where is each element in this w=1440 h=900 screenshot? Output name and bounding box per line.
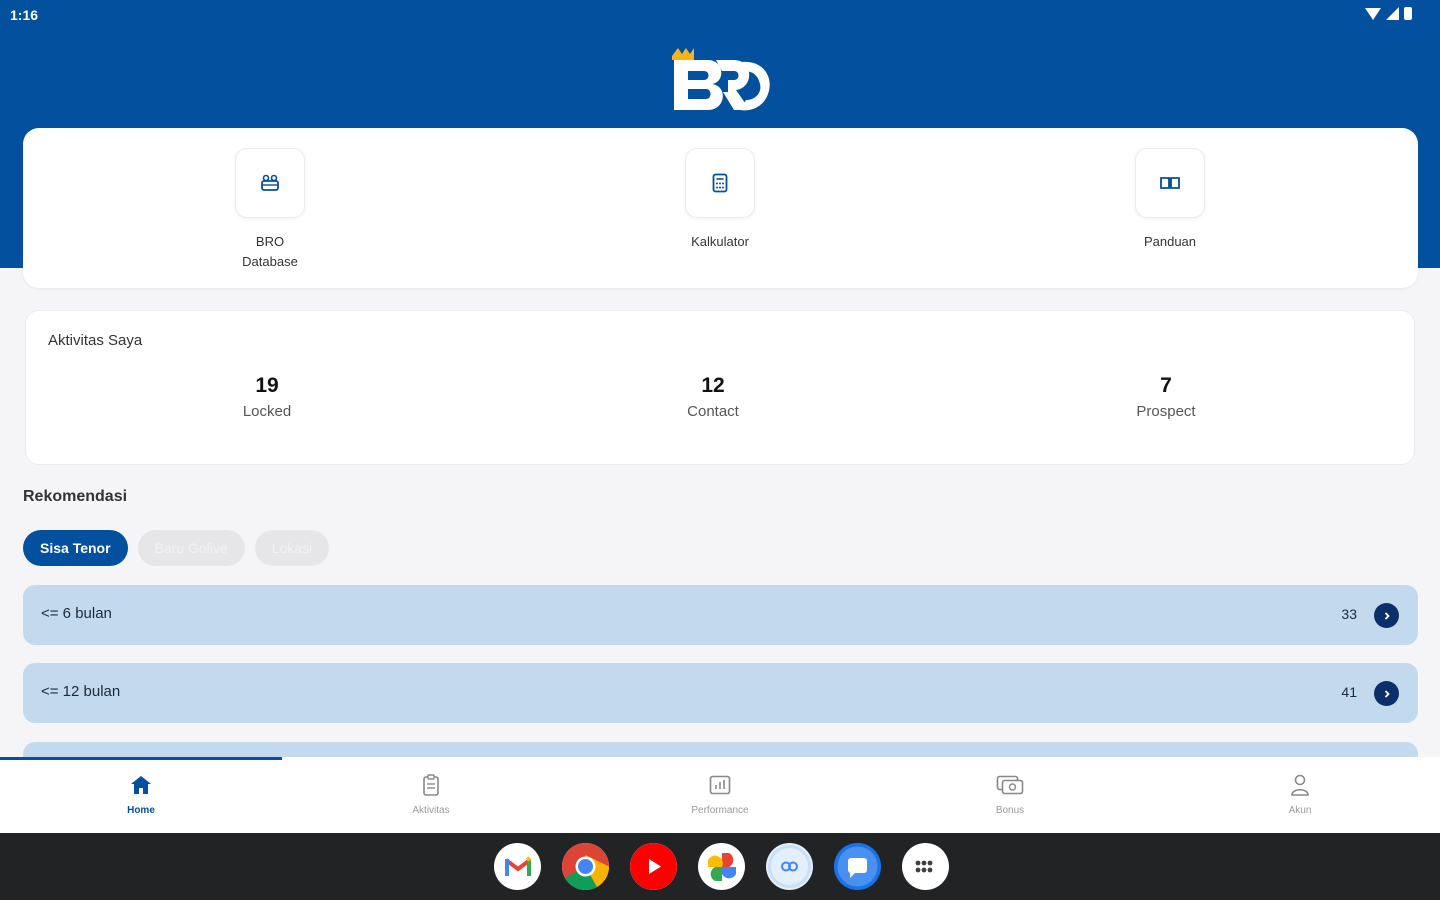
chevron-right-icon[interactable]: [1374, 681, 1399, 706]
recommendation-count: 41: [1341, 684, 1357, 700]
youtube-icon[interactable]: [630, 843, 677, 890]
quick-icon-box: [685, 148, 755, 218]
chrome-icon[interactable]: [562, 843, 609, 890]
recommendation-title: Rekomendasi: [23, 488, 128, 505]
system-taskbar: [0, 833, 1440, 900]
quick-item-label: Kalkulator: [691, 234, 749, 249]
gmail-icon[interactable]: [494, 843, 541, 890]
stat-contact[interactable]: 12 Contact: [633, 373, 793, 420]
nav-label: Akun: [1288, 805, 1312, 816]
photos-icon[interactable]: [698, 843, 745, 890]
stat-value: 19: [255, 374, 279, 397]
chevron-right-icon[interactable]: [1374, 603, 1399, 628]
filter-chip-baru-golive[interactable]: Baru Golive: [137, 530, 245, 566]
app-dock: [494, 843, 949, 890]
status-bar: 1:16: [0, 0, 1440, 30]
nav-active-indicator: [0, 757, 282, 760]
messages-icon[interactable]: [834, 843, 881, 890]
quick-item-panduan[interactable]: Panduan: [1090, 148, 1250, 252]
nav-label: Performance: [691, 805, 749, 816]
activity-title: Aktivitas Saya: [48, 332, 143, 349]
wifi-icon: [1365, 7, 1381, 20]
bro-logo: [668, 44, 774, 116]
stat-prospect[interactable]: 7 Prospect: [1086, 373, 1246, 420]
chart-icon: [660, 771, 780, 799]
status-time: 1:16: [10, 7, 39, 23]
recommendation-label: <= 6 bulan: [41, 605, 112, 622]
recommendation-row[interactable]: <= 6 bulan 33: [23, 585, 1418, 645]
recommendation-label: <= 12 bulan: [41, 683, 121, 700]
stat-value: 12: [701, 374, 725, 397]
meet-icon[interactable]: [766, 843, 813, 890]
nav-label: Bonus: [995, 805, 1025, 816]
database-icon: [261, 174, 279, 191]
signal-icon: [1386, 7, 1399, 20]
quick-item-label: Panduan: [1143, 234, 1197, 249]
nav-home[interactable]: Home: [81, 771, 201, 816]
filter-chip-sisa-tenor[interactable]: Sisa Tenor: [23, 530, 128, 566]
nav-label: Aktivitas: [412, 805, 450, 816]
stat-value: 7: [1160, 374, 1172, 397]
app-drawer-icon[interactable]: [902, 843, 949, 890]
bottom-nav: Home Aktivitas Performance Bonus Akun: [0, 757, 1440, 833]
stat-locked[interactable]: 19 Locked: [187, 373, 347, 420]
nav-bonus[interactable]: Bonus: [950, 771, 1070, 816]
nav-akun[interactable]: Akun: [1240, 771, 1360, 816]
home-icon: [81, 771, 201, 799]
quick-item-kalkulator[interactable]: Kalkulator: [640, 148, 800, 252]
clipboard-icon: [371, 771, 491, 799]
filter-chips: Sisa Tenor Baru Golive Lokasi: [23, 530, 330, 566]
money-icon: [950, 771, 1070, 799]
stat-label: Locked: [242, 403, 292, 420]
filter-chip-lokasi[interactable]: Lokasi: [254, 530, 330, 566]
stat-label: Contact: [687, 403, 739, 420]
quick-item-label: BRO Database: [242, 234, 298, 269]
recommendation-row[interactable]: <= 12 bulan 41: [23, 663, 1418, 723]
recommendation-count: 33: [1341, 606, 1357, 622]
quick-icon-box: [235, 148, 305, 218]
quick-menu-card: BRO Database Kalkulator Panduan: [23, 128, 1418, 288]
person-icon: [1240, 771, 1360, 799]
quick-item-bro-database[interactable]: BRO Database: [190, 148, 350, 272]
battery-icon: [1404, 7, 1412, 20]
book-icon: [1160, 177, 1180, 189]
nav-aktivitas[interactable]: Aktivitas: [371, 771, 491, 816]
status-icons: [1365, 7, 1412, 20]
activity-card: Aktivitas Saya 19 Locked 12 Contact 7 Pr…: [25, 310, 1415, 465]
calculator-icon: [712, 173, 728, 193]
quick-icon-box: [1135, 148, 1205, 218]
stat-label: Prospect: [1136, 403, 1196, 420]
nav-performance[interactable]: Performance: [660, 771, 780, 816]
nav-label: Home: [127, 805, 155, 816]
